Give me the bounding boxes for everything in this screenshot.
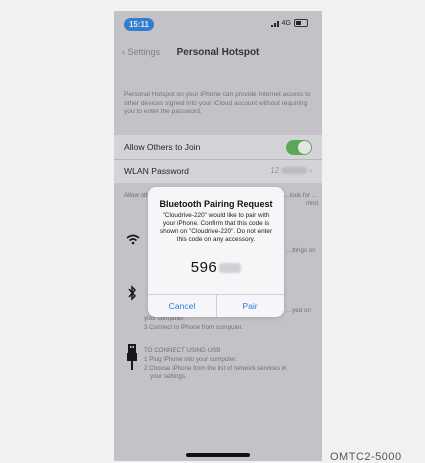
cancel-button[interactable]: Cancel (148, 295, 217, 317)
figure-caption: OMTC2-5000 (330, 451, 402, 463)
dialog-message: "Cloudrive-220" would like to pair with … (159, 212, 273, 243)
dialog-buttons: Cancel Pair (148, 294, 284, 317)
code-redaction (219, 263, 242, 274)
pair-button[interactable]: Pair (216, 295, 284, 317)
phone-screen: 15:11 4G ‹ Settings Personal Hotspot Per… (114, 11, 322, 461)
dialog-title: Bluetooth Pairing Request (159, 199, 273, 209)
bluetooth-pairing-dialog: Bluetooth Pairing Request "Cloudrive-220… (148, 187, 284, 317)
pairing-code: 596 (148, 259, 284, 276)
home-indicator[interactable] (186, 453, 250, 457)
